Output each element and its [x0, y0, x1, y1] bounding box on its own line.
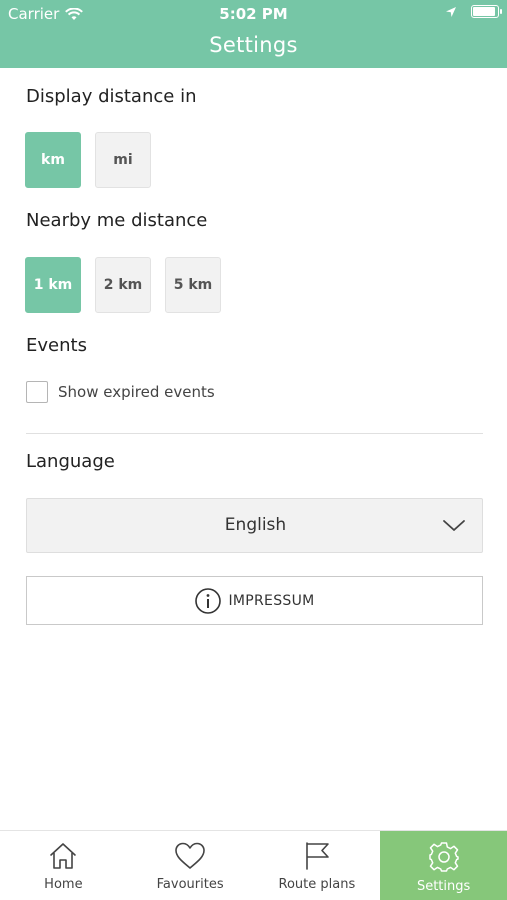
- tab-route-plans-label: Route plans: [278, 877, 356, 892]
- info-icon: [195, 587, 222, 614]
- status-time: 5:02 PM: [219, 5, 288, 23]
- location-arrow-icon: [446, 6, 456, 17]
- impressum-button[interactable]: IMPRESSUM: [26, 576, 483, 625]
- nearby-option-1km[interactable]: 1 km: [25, 257, 81, 313]
- tab-route-plans[interactable]: Route plans: [254, 831, 381, 900]
- tab-settings[interactable]: Settings: [380, 831, 507, 900]
- tab-favourites[interactable]: Favourites: [127, 831, 254, 900]
- show-expired-events-row[interactable]: Show expired events: [26, 381, 215, 403]
- battery-icon: [471, 5, 502, 18]
- nearby-option-2km[interactable]: 2 km: [95, 257, 151, 313]
- language-section-title: Language: [26, 451, 115, 472]
- tab-bar: Home Favourites Route plans Settings: [0, 830, 507, 900]
- chevron-down-icon: [443, 520, 465, 531]
- language-select-value: English: [224, 515, 287, 535]
- distance-option-km[interactable]: km: [25, 132, 81, 188]
- tab-home-label: Home: [44, 877, 83, 892]
- page-title: Settings: [209, 33, 298, 57]
- flag-icon: [306, 842, 329, 870]
- show-expired-events-label: Show expired events: [58, 383, 215, 401]
- events-section-title: Events: [26, 335, 87, 356]
- gear-icon: [428, 842, 459, 872]
- status-right: [445, 5, 502, 18]
- language-select[interactable]: English: [26, 498, 483, 553]
- section-divider: [26, 433, 483, 434]
- status-bar: Carrier 5:02 PM: [0, 0, 507, 28]
- app-header: Carrier 5:02 PM Settings: [0, 0, 507, 68]
- heart-icon: [175, 842, 205, 869]
- home-icon: [50, 843, 77, 869]
- impressum-label: IMPRESSUM: [228, 592, 315, 609]
- show-expired-events-checkbox[interactable]: [26, 381, 48, 403]
- tab-settings-label: Settings: [416, 879, 471, 894]
- battery-level: [473, 7, 495, 16]
- nearby-section-title: Nearby me distance: [26, 210, 208, 231]
- tab-home[interactable]: Home: [0, 831, 127, 900]
- distance-section-title: Display distance in: [26, 86, 197, 107]
- tab-favourites-label: Favourites: [156, 877, 224, 892]
- nearby-option-5km[interactable]: 5 km: [165, 257, 221, 313]
- distance-option-mi[interactable]: mi: [95, 132, 151, 188]
